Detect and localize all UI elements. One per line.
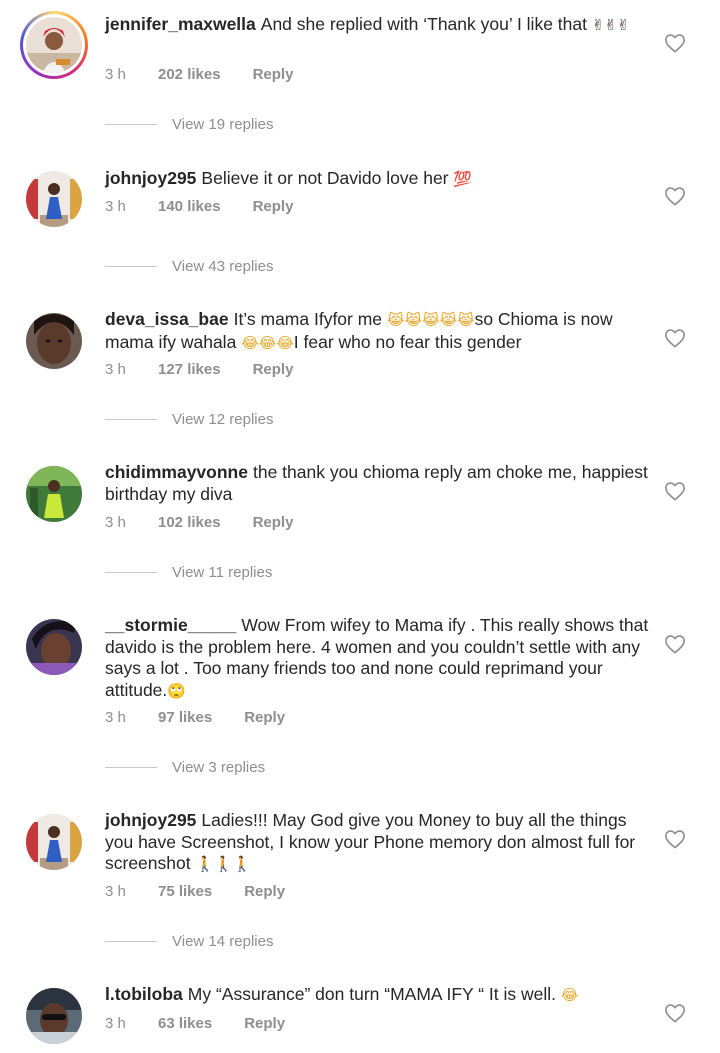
avatar-image (26, 619, 82, 675)
avatar-image (26, 171, 82, 227)
comment-likes[interactable]: 202 likes (158, 66, 221, 83)
avatar[interactable] (26, 988, 82, 1044)
heart-icon[interactable] (664, 481, 686, 501)
comment-meta: 3 h 63 likes Reply (105, 1015, 285, 1032)
view-replies[interactable]: View 12 replies (105, 411, 273, 428)
comment-username[interactable]: __stormie_____ (105, 615, 236, 635)
comment-username[interactable]: jennifer_maxwella (105, 14, 256, 34)
walking-person-emoji: 🚶🚶🚶 (195, 855, 252, 873)
heart-icon[interactable] (664, 186, 686, 206)
view-replies-label[interactable]: View 12 replies (172, 411, 273, 428)
avatar[interactable] (20, 11, 88, 79)
comment-time: 3 h (105, 709, 126, 726)
avatar-image (26, 988, 82, 1044)
comment-text: johnjoy295 Ladies!!! May God give you Mon… (105, 810, 650, 876)
view-replies-label[interactable]: View 43 replies (172, 258, 273, 275)
avatar[interactable] (26, 814, 82, 870)
reply-button[interactable]: Reply (253, 361, 294, 378)
victory-hand-emoji: ✌✌✌ (591, 16, 630, 34)
comment-username[interactable]: l.tobiloba (105, 984, 183, 1004)
comment-likes[interactable]: 63 likes (158, 1015, 212, 1032)
view-replies[interactable]: View 19 replies (105, 116, 273, 133)
replies-divider (105, 124, 157, 125)
replies-divider (105, 767, 157, 768)
view-replies[interactable]: View 14 replies (105, 933, 273, 950)
comment-time: 3 h (105, 361, 126, 378)
comment-username[interactable]: chidimmayvonne (105, 462, 248, 482)
comment-body: And she replied with ‘Thank you’ I like … (260, 14, 587, 34)
comment-likes[interactable]: 75 likes (158, 883, 212, 900)
tears-of-joy-emoji: 😂😂😂 (241, 333, 294, 352)
reply-button[interactable]: Reply (244, 883, 285, 900)
tears-of-joy-emoji: 😂 (560, 986, 579, 1004)
view-replies-label[interactable]: View 19 replies (172, 116, 273, 133)
comment-meta: 3 h 202 likes Reply (105, 66, 293, 83)
heart-icon[interactable] (664, 1003, 686, 1023)
avatar[interactable] (26, 466, 82, 522)
reply-button[interactable]: Reply (244, 709, 285, 726)
comment-time: 3 h (105, 1015, 126, 1032)
comment-body-3: I fear who no fear this gender (293, 331, 522, 352)
comment-meta: 3 h 102 likes Reply (105, 514, 293, 531)
eye-roll-emoji: 🙄 (167, 681, 186, 700)
replies-divider (105, 941, 157, 942)
heart-icon[interactable] (664, 634, 686, 654)
heart-icon[interactable] (664, 829, 686, 849)
hundred-points-emoji: 💯 (453, 170, 473, 188)
comment-text: __stormie_____ Wow From wifey to Mama ify… (105, 615, 650, 702)
replies-divider (105, 266, 157, 267)
comment-likes[interactable]: 102 likes (158, 514, 221, 531)
avatar-image (26, 17, 82, 73)
comment-meta: 3 h 140 likes Reply (105, 198, 293, 215)
avatar[interactable] (26, 619, 82, 675)
comment-likes[interactable]: 140 likes (158, 198, 221, 215)
heart-icon[interactable] (664, 328, 686, 348)
avatar-image (26, 814, 82, 870)
reply-button[interactable]: Reply (253, 514, 294, 531)
view-replies[interactable]: View 43 replies (105, 258, 273, 275)
view-replies[interactable]: View 3 replies (105, 759, 265, 776)
avatar-image (26, 466, 82, 522)
reply-button[interactable]: Reply (253, 198, 294, 215)
comment-username[interactable]: deva_issa_bae (105, 309, 229, 329)
reply-button[interactable]: Reply (253, 66, 294, 83)
comment-likes[interactable]: 97 likes (158, 709, 212, 726)
comment-text: jennifer_maxwella And she replied with ‘T… (105, 14, 650, 37)
comment-time: 3 h (105, 514, 126, 531)
reply-button[interactable]: Reply (244, 1015, 285, 1032)
comment-time: 3 h (105, 66, 126, 83)
view-replies-label[interactable]: View 14 replies (172, 933, 273, 950)
view-replies-label[interactable]: View 11 replies (172, 564, 272, 581)
comment-time: 3 h (105, 883, 126, 900)
comment-meta: 3 h 127 likes Reply (105, 361, 293, 378)
view-replies[interactable]: View 11 replies (105, 564, 272, 581)
comment-text: johnjoy295 Believe it or not Davido love … (105, 168, 650, 191)
comment-text: l.tobiloba My “Assurance” don turn “MAMA … (105, 984, 650, 1007)
heart-icon[interactable] (664, 33, 686, 53)
cat-joy-emoji: 😹😹😹😹😹 (386, 311, 475, 329)
comment-text: chidimmayvonne the thank you chioma reply… (105, 462, 650, 505)
avatar-image (26, 313, 82, 369)
comment-username[interactable]: johnjoy295 (105, 810, 196, 830)
comment-body: My “Assurance” don turn “MAMA IFY “ It i… (187, 984, 557, 1004)
view-replies-label[interactable]: View 3 replies (172, 759, 265, 776)
comment-body: Believe it or not Davido love her (201, 168, 449, 188)
avatar[interactable] (26, 171, 82, 227)
comment-meta: 3 h 97 likes Reply (105, 709, 285, 726)
comment-username[interactable]: johnjoy295 (105, 168, 196, 188)
replies-divider (105, 572, 157, 573)
comment-likes[interactable]: 127 likes (158, 361, 221, 378)
comment-time: 3 h (105, 198, 126, 215)
comment-body: It’s mama Ifyfor me (233, 309, 383, 329)
comment-meta: 3 h 75 likes Reply (105, 883, 285, 900)
avatar[interactable] (26, 313, 82, 369)
comment-text: deva_issa_bae It’s mama Ifyfor me 😹😹😹😹😹so… (105, 309, 650, 354)
replies-divider (105, 419, 157, 420)
